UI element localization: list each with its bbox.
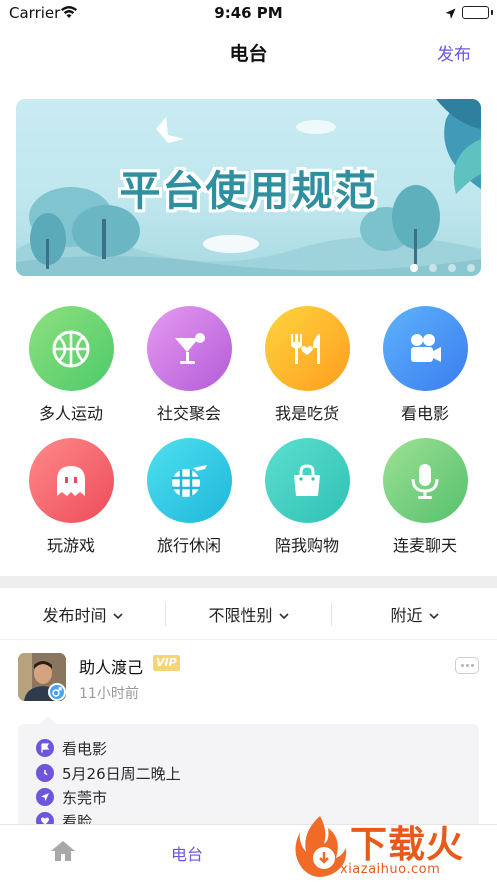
filter-gender[interactable]: 不限性别	[166, 588, 331, 640]
banner-carousel[interactable]: 平台使用规范	[16, 99, 481, 276]
filter-label: 发布时间	[42, 606, 107, 625]
category-label: 多人运动	[38, 404, 103, 423]
category-sports[interactable]: 多人运动	[12, 306, 130, 424]
filter-label: 不限性别	[208, 606, 273, 625]
battery-cap	[491, 10, 493, 15]
chevron-down-icon	[112, 605, 123, 624]
watermark-logo: 下载火 xiazaihuo.com	[292, 810, 497, 883]
filter-label: 附近	[390, 606, 423, 625]
filter-bar: 发布时间 不限性别 附近	[0, 588, 497, 640]
category-label: 看电影	[400, 404, 449, 423]
category-movie[interactable]: 看电影	[366, 306, 484, 424]
category-label: 旅行休闲	[156, 536, 221, 555]
category-label: 社交聚会	[156, 404, 221, 423]
post-time: 11小时前	[79, 686, 139, 702]
detail-time: 5月26日周二晚上	[36, 762, 181, 784]
nav-bar: 电台 发布	[0, 26, 497, 76]
chevron-down-icon	[428, 605, 439, 624]
filter-distance[interactable]: 附近	[332, 588, 497, 640]
food-icon	[264, 306, 350, 391]
microphone-icon	[382, 438, 468, 523]
more-options-button[interactable]	[455, 657, 479, 674]
post-item[interactable]: 助人渡己 VIP 11小时前 看电影 5月26日周二晚上 东莞市 看脸	[0, 640, 497, 834]
travel-globe-icon	[146, 438, 232, 523]
shopping-bag-icon	[264, 438, 350, 523]
section-divider	[0, 576, 497, 588]
category-shopping[interactable]: 陪我购物	[248, 438, 366, 556]
publish-button[interactable]: 发布	[437, 40, 471, 65]
vip-badge: VIP	[153, 655, 180, 671]
movie-camera-icon	[382, 306, 468, 391]
banner-title: 平台使用规范	[119, 167, 378, 215]
flag-icon	[36, 739, 54, 757]
more-dot	[460, 664, 464, 667]
category-label: 我是吃货	[274, 404, 339, 423]
category-social[interactable]: 社交聚会	[130, 306, 248, 424]
clock-icon	[36, 764, 54, 782]
category-food[interactable]: 我是吃货	[248, 306, 366, 424]
carousel-dot[interactable]	[467, 264, 475, 272]
ghost-icon	[28, 438, 114, 523]
basketball-icon	[28, 306, 114, 391]
carousel-dot[interactable]	[448, 264, 456, 272]
category-label: 连麦聊天	[392, 536, 457, 555]
detail-text: 东莞市	[62, 788, 108, 807]
clock-time: 9:46 PM	[214, 4, 283, 22]
male-icon	[48, 683, 66, 701]
carousel-dot[interactable]	[429, 264, 437, 272]
watermark-text: 下载火	[350, 823, 464, 866]
chevron-down-icon	[278, 605, 289, 624]
detail-text: 看电影	[62, 739, 108, 758]
home-icon	[50, 839, 76, 867]
carousel-indicator	[410, 264, 475, 272]
category-travel[interactable]: 旅行休闲	[130, 438, 248, 556]
tab-home[interactable]	[40, 825, 86, 881]
detail-location: 东莞市	[36, 786, 107, 808]
cocktail-icon	[146, 306, 232, 391]
category-label: 玩游戏	[46, 536, 95, 555]
more-dot	[465, 664, 469, 667]
watermark-url: xiazaihuo.com	[340, 862, 441, 877]
location-arrow-icon	[36, 788, 54, 806]
more-dot	[470, 664, 474, 667]
location-services-icon	[445, 6, 456, 24]
tab-radio[interactable]: 电台	[160, 825, 214, 881]
filter-publish-time[interactable]: 发布时间	[0, 588, 165, 640]
carousel-dot[interactable]	[410, 264, 418, 272]
detail-text: 5月26日周二晚上	[62, 764, 181, 783]
category-label: 陪我购物	[274, 536, 339, 555]
category-voice-chat[interactable]: 连麦聊天	[366, 438, 484, 556]
status-bar: Carrier 9:46 PM	[0, 0, 497, 26]
page-title: 电台	[229, 43, 268, 65]
username[interactable]: 助人渡己	[79, 654, 143, 678]
battery-icon	[462, 6, 489, 19]
category-games[interactable]: 玩游戏	[12, 438, 130, 556]
detail-activity: 看电影	[36, 737, 107, 759]
